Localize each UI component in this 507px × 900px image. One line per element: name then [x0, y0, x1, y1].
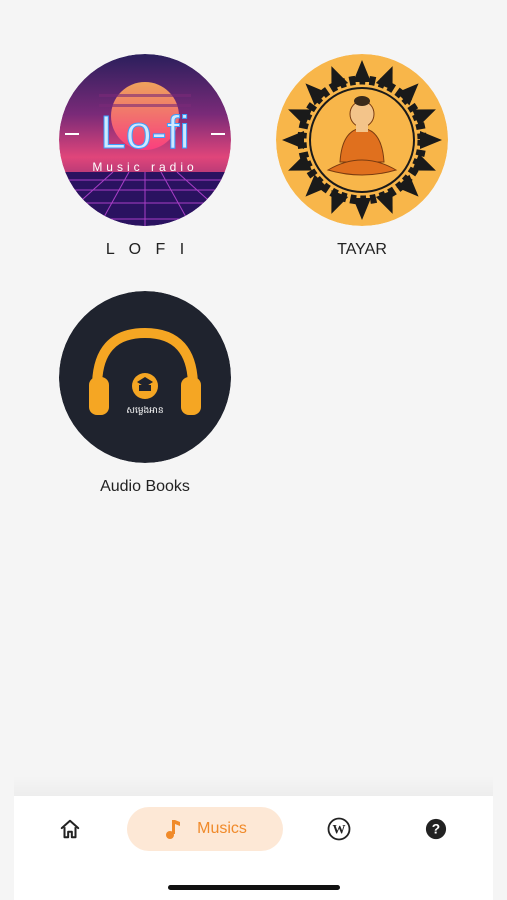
home-indicator[interactable]: [168, 885, 340, 890]
nav-wordpress-button[interactable]: W: [319, 807, 359, 851]
station-label-audio-books: Audio Books: [100, 478, 190, 495]
home-icon: [60, 819, 80, 839]
svg-text:?: ?: [432, 822, 440, 837]
headphones-artwork: សម្លេងអាន: [59, 291, 231, 463]
music-note-icon: [166, 820, 181, 839]
lofi-art-title: Lo-fi: [100, 106, 189, 158]
nav-musics-label: Musics: [197, 820, 247, 837]
station-label-lofi: L O F I: [105, 241, 190, 258]
wordpress-icon: W: [327, 817, 351, 841]
lofi-artwork: Lo-fi Music radio: [59, 54, 231, 226]
help-icon: ?: [425, 818, 447, 840]
svg-text:W: W: [333, 822, 346, 837]
nav-musics-button[interactable]: Musics: [127, 807, 283, 851]
station-card-tayar[interactable]: TAYAR: [262, 54, 462, 260]
station-card-audio-books[interactable]: សម្លេងអាន Audio Books: [45, 291, 245, 497]
lofi-art-subtitle: Music radio: [92, 160, 197, 174]
nav-help-button[interactable]: ?: [416, 807, 456, 851]
nav-home-button[interactable]: [50, 807, 90, 851]
audio-books-art-caption: សម្លេងអាន: [126, 406, 163, 416]
station-label-tayar: TAYAR: [337, 241, 387, 258]
station-card-lofi[interactable]: Lo-fi Music radio L O F I: [45, 54, 245, 260]
buddha-mandala-artwork: [276, 54, 448, 226]
